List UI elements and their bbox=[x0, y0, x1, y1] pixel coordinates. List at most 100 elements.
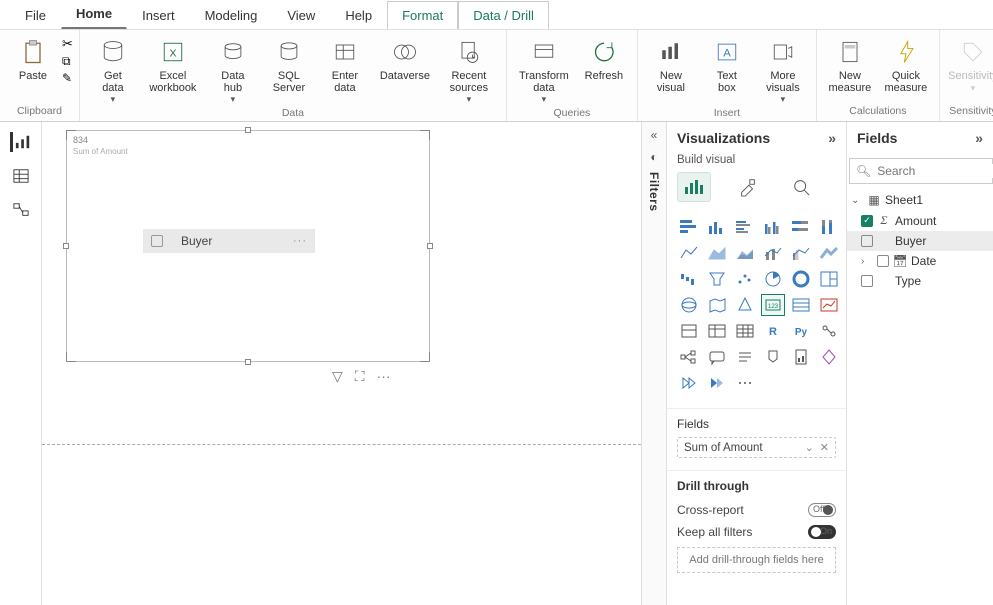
funnel-icon[interactable] bbox=[705, 268, 729, 290]
filters-pane-collapsed[interactable]: « ◐ Filters bbox=[641, 122, 667, 605]
area-chart-icon[interactable] bbox=[705, 242, 729, 264]
multi-card-icon[interactable] bbox=[789, 294, 813, 316]
map-icon[interactable] bbox=[677, 294, 701, 316]
azure-map-icon[interactable] bbox=[733, 294, 757, 316]
resize-handle[interactable] bbox=[245, 359, 251, 365]
power-apps-icon[interactable] bbox=[817, 346, 841, 368]
tab-view[interactable]: View bbox=[272, 1, 330, 29]
model-view-button[interactable] bbox=[10, 200, 32, 220]
text-box-button[interactable]: A Text box bbox=[700, 34, 754, 96]
tab-insert[interactable]: Insert bbox=[127, 1, 190, 29]
search-input[interactable] bbox=[877, 164, 993, 178]
build-visual-tab[interactable] bbox=[677, 172, 711, 202]
get-more-visuals-icon[interactable] bbox=[733, 372, 757, 394]
field-checkbox[interactable]: ✓ bbox=[861, 215, 873, 227]
paste-button[interactable]: Paste bbox=[6, 34, 60, 85]
data-hub-button[interactable]: Data hub▾ bbox=[206, 34, 260, 107]
kpi-icon[interactable] bbox=[817, 294, 841, 316]
scatter-icon[interactable] bbox=[733, 268, 757, 290]
stacked-bar-icon[interactable] bbox=[677, 216, 701, 238]
line-stacked-column-icon[interactable] bbox=[761, 242, 785, 264]
keep-filters-toggle[interactable]: On bbox=[808, 525, 836, 539]
dataverse-button[interactable]: Dataverse bbox=[374, 34, 436, 85]
resize-handle[interactable] bbox=[420, 352, 430, 362]
enter-data-button[interactable]: Enter data bbox=[318, 34, 372, 96]
table-icon[interactable] bbox=[705, 320, 729, 342]
tab-help[interactable]: Help bbox=[330, 1, 387, 29]
format-visual-tab[interactable] bbox=[731, 172, 765, 202]
field-amount[interactable]: ✓ Σ Amount bbox=[847, 210, 993, 231]
slicer-header[interactable]: Buyer ··· bbox=[143, 229, 315, 253]
r-visual-icon[interactable]: R bbox=[761, 320, 785, 342]
transform-data-button[interactable]: Transform data▾ bbox=[513, 34, 575, 107]
qa-visual-icon[interactable] bbox=[705, 346, 729, 368]
drill-through-drop[interactable]: Add drill-through fields here bbox=[677, 547, 836, 573]
goals-icon[interactable] bbox=[761, 346, 785, 368]
tab-data-drill[interactable]: Data / Drill bbox=[458, 1, 549, 29]
field-buyer[interactable]: Buyer bbox=[847, 231, 993, 251]
decomposition-tree-icon[interactable] bbox=[677, 346, 701, 368]
sensitivity-button[interactable]: Sensitivity▾ bbox=[946, 34, 993, 96]
stacked-column-icon[interactable] bbox=[705, 216, 729, 238]
tab-home[interactable]: Home bbox=[61, 0, 127, 29]
arcgis-icon[interactable] bbox=[705, 372, 729, 394]
data-view-button[interactable] bbox=[10, 166, 32, 186]
pie-icon[interactable] bbox=[761, 268, 785, 290]
resize-handle[interactable] bbox=[63, 243, 69, 249]
sql-server-button[interactable]: SQL Server bbox=[262, 34, 316, 96]
waterfall-icon[interactable] bbox=[677, 268, 701, 290]
report-canvas[interactable]: 834 Sum of Amount Buyer ··· ▽ ⛶ ··· bbox=[42, 122, 641, 605]
donut-icon[interactable] bbox=[789, 268, 813, 290]
python-visual-icon[interactable]: Py bbox=[789, 320, 813, 342]
treemap-icon[interactable] bbox=[817, 268, 841, 290]
cut-icon[interactable]: ✂ bbox=[62, 36, 73, 52]
slicer-checkbox[interactable] bbox=[151, 235, 163, 247]
expand-filters-icon[interactable]: « bbox=[651, 128, 658, 142]
field-type[interactable]: Type bbox=[847, 271, 993, 291]
recent-sources-button[interactable]: Recent sources▾ bbox=[438, 34, 500, 107]
slicer-more-icon[interactable]: ··· bbox=[293, 235, 307, 247]
analytics-tab[interactable] bbox=[785, 172, 819, 202]
cross-report-toggle[interactable]: Off bbox=[808, 503, 836, 517]
refresh-button[interactable]: Refresh bbox=[577, 34, 631, 85]
report-view-button[interactable] bbox=[10, 132, 32, 152]
tab-file[interactable]: File bbox=[10, 1, 61, 29]
resize-handle[interactable] bbox=[245, 127, 251, 133]
get-data-button[interactable]: Get data▾ bbox=[86, 34, 140, 107]
field-checkbox[interactable] bbox=[861, 235, 873, 247]
format-painter-icon[interactable]: ✎ bbox=[62, 71, 73, 85]
new-visual-button[interactable]: New visual bbox=[644, 34, 698, 96]
paginated-report-icon[interactable] bbox=[789, 346, 813, 368]
field-well[interactable]: Sum of Amount ⌄ ✕ bbox=[677, 437, 836, 458]
slicer-icon[interactable] bbox=[677, 320, 701, 342]
selected-visual[interactable]: 834 Sum of Amount Buyer ··· bbox=[66, 130, 430, 362]
key-influencers-icon[interactable] bbox=[817, 320, 841, 342]
filter-icon[interactable]: ▽ bbox=[332, 368, 343, 385]
table-node-sheet1[interactable]: ⌄ ▦ Sheet1 bbox=[847, 190, 993, 210]
field-checkbox[interactable] bbox=[861, 275, 873, 287]
ribbon-chart-icon[interactable] bbox=[817, 242, 841, 264]
resize-handle[interactable] bbox=[420, 130, 430, 140]
tab-format[interactable]: Format bbox=[387, 1, 458, 29]
more-options-icon[interactable]: ··· bbox=[377, 368, 391, 385]
excel-workbook-button[interactable]: X Excel workbook bbox=[142, 34, 204, 96]
filters-eye-icon[interactable]: ◐ bbox=[650, 150, 657, 164]
smart-narrative-icon[interactable] bbox=[733, 346, 757, 368]
clustered-bar-icon[interactable] bbox=[733, 216, 757, 238]
tab-modeling[interactable]: Modeling bbox=[190, 1, 273, 29]
stacked-area-icon[interactable] bbox=[733, 242, 757, 264]
fields-search[interactable]: 🔍︎ bbox=[849, 158, 993, 184]
resize-handle[interactable] bbox=[66, 352, 76, 362]
new-measure-button[interactable]: New measure bbox=[823, 34, 877, 96]
card-visual-icon[interactable]: 123 bbox=[761, 294, 785, 316]
collapse-fields-icon[interactable]: » bbox=[975, 130, 983, 146]
collapse-visualizations-icon[interactable]: » bbox=[828, 130, 836, 146]
copy-icon[interactable]: ⧉ bbox=[62, 54, 73, 69]
field-date[interactable]: › 📅︎ Date bbox=[847, 251, 993, 271]
field-well-remove-icon[interactable]: ✕ bbox=[820, 441, 829, 454]
focus-mode-icon[interactable]: ⛶ bbox=[355, 368, 365, 385]
power-automate-icon[interactable] bbox=[677, 372, 701, 394]
matrix-icon[interactable] bbox=[733, 320, 757, 342]
hundred-column-icon[interactable] bbox=[817, 216, 841, 238]
line-chart-icon[interactable] bbox=[677, 242, 701, 264]
